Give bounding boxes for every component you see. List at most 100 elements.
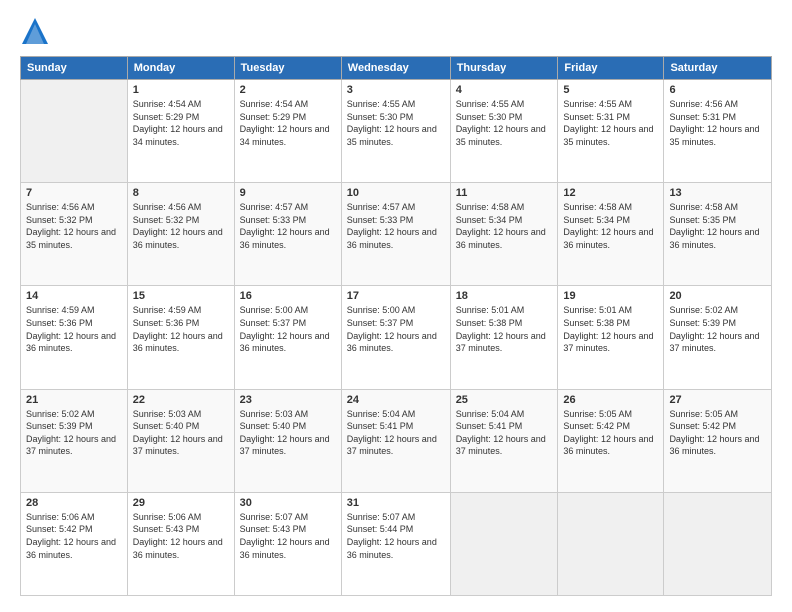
- day-info: Sunrise: 4:58 AMSunset: 5:34 PMDaylight:…: [563, 201, 658, 251]
- day-info: Sunrise: 4:56 AMSunset: 5:31 PMDaylight:…: [669, 98, 766, 148]
- day-info: Sunrise: 5:07 AMSunset: 5:44 PMDaylight:…: [347, 511, 445, 561]
- weekday-saturday: Saturday: [664, 57, 772, 80]
- week-row-1: 1 Sunrise: 4:54 AMSunset: 5:29 PMDaylight…: [21, 80, 772, 183]
- weekday-header: SundayMondayTuesdayWednesdayThursdayFrid…: [21, 57, 772, 80]
- day-cell: 10 Sunrise: 4:57 AMSunset: 5:33 PMDayligh…: [341, 183, 450, 286]
- day-number: 19: [563, 290, 658, 302]
- weekday-wednesday: Wednesday: [341, 57, 450, 80]
- day-info: Sunrise: 5:03 AMSunset: 5:40 PMDaylight:…: [240, 408, 336, 458]
- day-info: Sunrise: 5:02 AMSunset: 5:39 PMDaylight:…: [26, 408, 122, 458]
- day-number: 28: [26, 497, 122, 509]
- day-cell: 28 Sunrise: 5:06 AMSunset: 5:42 PMDayligh…: [21, 492, 128, 595]
- day-info: Sunrise: 4:59 AMSunset: 5:36 PMDaylight:…: [133, 304, 229, 354]
- day-cell: [664, 492, 772, 595]
- day-number: 26: [563, 394, 658, 406]
- weekday-thursday: Thursday: [450, 57, 558, 80]
- day-number: 25: [456, 394, 553, 406]
- day-info: Sunrise: 5:05 AMSunset: 5:42 PMDaylight:…: [563, 408, 658, 458]
- day-number: 1: [133, 84, 229, 96]
- day-number: 13: [669, 187, 766, 199]
- day-info: Sunrise: 5:00 AMSunset: 5:37 PMDaylight:…: [240, 304, 336, 354]
- day-number: 7: [26, 187, 122, 199]
- day-number: 8: [133, 187, 229, 199]
- day-info: Sunrise: 4:55 AMSunset: 5:30 PMDaylight:…: [347, 98, 445, 148]
- weekday-tuesday: Tuesday: [234, 57, 341, 80]
- day-number: 6: [669, 84, 766, 96]
- day-cell: 13 Sunrise: 4:58 AMSunset: 5:35 PMDayligh…: [664, 183, 772, 286]
- day-number: 31: [347, 497, 445, 509]
- day-info: Sunrise: 5:02 AMSunset: 5:39 PMDaylight:…: [669, 304, 766, 354]
- day-info: Sunrise: 5:00 AMSunset: 5:37 PMDaylight:…: [347, 304, 445, 354]
- day-number: 21: [26, 394, 122, 406]
- day-info: Sunrise: 4:58 AMSunset: 5:35 PMDaylight:…: [669, 201, 766, 251]
- day-cell: 26 Sunrise: 5:05 AMSunset: 5:42 PMDayligh…: [558, 389, 664, 492]
- day-cell: 12 Sunrise: 4:58 AMSunset: 5:34 PMDayligh…: [558, 183, 664, 286]
- week-row-5: 28 Sunrise: 5:06 AMSunset: 5:42 PMDayligh…: [21, 492, 772, 595]
- day-cell: 31 Sunrise: 5:07 AMSunset: 5:44 PMDayligh…: [341, 492, 450, 595]
- day-info: Sunrise: 4:56 AMSunset: 5:32 PMDaylight:…: [133, 201, 229, 251]
- day-info: Sunrise: 4:55 AMSunset: 5:31 PMDaylight:…: [563, 98, 658, 148]
- weekday-friday: Friday: [558, 57, 664, 80]
- logo: [20, 16, 54, 46]
- weekday-monday: Monday: [127, 57, 234, 80]
- day-cell: 7Sunrise: 4:56 AMSunset: 5:32 PMDaylight…: [21, 183, 128, 286]
- day-info: Sunrise: 5:05 AMSunset: 5:42 PMDaylight:…: [669, 408, 766, 458]
- day-cell: [21, 80, 128, 183]
- day-cell: [450, 492, 558, 595]
- day-info: Sunrise: 4:57 AMSunset: 5:33 PMDaylight:…: [240, 201, 336, 251]
- day-number: 4: [456, 84, 553, 96]
- weekday-sunday: Sunday: [21, 57, 128, 80]
- day-number: 22: [133, 394, 229, 406]
- day-cell: 24Sunrise: 5:04 AMSunset: 5:41 PMDayligh…: [341, 389, 450, 492]
- logo-icon: [20, 16, 50, 46]
- day-info: Sunrise: 5:01 AMSunset: 5:38 PMDaylight:…: [563, 304, 658, 354]
- day-info: Sunrise: 5:04 AMSunset: 5:41 PMDaylight:…: [456, 408, 553, 458]
- day-info: Sunrise: 4:57 AMSunset: 5:33 PMDaylight:…: [347, 201, 445, 251]
- day-cell: 4 Sunrise: 4:55 AMSunset: 5:30 PMDaylight…: [450, 80, 558, 183]
- day-cell: 6 Sunrise: 4:56 AMSunset: 5:31 PMDaylight…: [664, 80, 772, 183]
- day-number: 11: [456, 187, 553, 199]
- page: SundayMondayTuesdayWednesdayThursdayFrid…: [0, 0, 792, 612]
- day-number: 24: [347, 394, 445, 406]
- calendar-body: 1 Sunrise: 4:54 AMSunset: 5:29 PMDaylight…: [21, 80, 772, 596]
- day-cell: 22 Sunrise: 5:03 AMSunset: 5:40 PMDayligh…: [127, 389, 234, 492]
- day-number: 2: [240, 84, 336, 96]
- day-info: Sunrise: 5:07 AMSunset: 5:43 PMDaylight:…: [240, 511, 336, 561]
- day-number: 5: [563, 84, 658, 96]
- day-number: 30: [240, 497, 336, 509]
- week-row-4: 21 Sunrise: 5:02 AMSunset: 5:39 PMDayligh…: [21, 389, 772, 492]
- calendar: SundayMondayTuesdayWednesdayThursdayFrid…: [20, 56, 772, 596]
- day-info: Sunrise: 4:54 AMSunset: 5:29 PMDaylight:…: [240, 98, 336, 148]
- day-number: 17: [347, 290, 445, 302]
- day-cell: 23 Sunrise: 5:03 AMSunset: 5:40 PMDayligh…: [234, 389, 341, 492]
- day-cell: 19 Sunrise: 5:01 AMSunset: 5:38 PMDayligh…: [558, 286, 664, 389]
- day-cell: 18Sunrise: 5:01 AMSunset: 5:38 PMDayligh…: [450, 286, 558, 389]
- day-cell: 14 Sunrise: 4:59 AMSunset: 5:36 PMDayligh…: [21, 286, 128, 389]
- day-cell: 8 Sunrise: 4:56 AMSunset: 5:32 PMDaylight…: [127, 183, 234, 286]
- day-cell: 3Sunrise: 4:55 AMSunset: 5:30 PMDaylight…: [341, 80, 450, 183]
- day-cell: 30 Sunrise: 5:07 AMSunset: 5:43 PMDayligh…: [234, 492, 341, 595]
- day-number: 23: [240, 394, 336, 406]
- day-cell: 2 Sunrise: 4:54 AMSunset: 5:29 PMDaylight…: [234, 80, 341, 183]
- day-info: Sunrise: 4:58 AMSunset: 5:34 PMDaylight:…: [456, 201, 553, 251]
- day-info: Sunrise: 5:03 AMSunset: 5:40 PMDaylight:…: [133, 408, 229, 458]
- week-row-2: 7 Sunrise: 4:56 AMSunset: 5:32 PMDaylight…: [21, 183, 772, 286]
- day-cell: 5 Sunrise: 4:55 AMSunset: 5:31 PMDaylight…: [558, 80, 664, 183]
- day-number: 10: [347, 187, 445, 199]
- day-info: Sunrise: 4:55 AMSunset: 5:30 PMDaylight:…: [456, 98, 553, 148]
- day-info: Sunrise: 4:54 AMSunset: 5:29 PMDaylight:…: [133, 98, 229, 148]
- day-number: 20: [669, 290, 766, 302]
- day-number: 12: [563, 187, 658, 199]
- header: [20, 16, 772, 46]
- day-cell: 21 Sunrise: 5:02 AMSunset: 5:39 PMDayligh…: [21, 389, 128, 492]
- day-number: 14: [26, 290, 122, 302]
- day-info: Sunrise: 5:06 AMSunset: 5:42 PMDaylight:…: [26, 511, 122, 561]
- day-info: Sunrise: 4:59 AMSunset: 5:36 PMDaylight:…: [26, 304, 122, 354]
- day-number: 18: [456, 290, 553, 302]
- day-cell: [558, 492, 664, 595]
- day-number: 27: [669, 394, 766, 406]
- day-cell: 17 Sunrise: 5:00 AMSunset: 5:37 PMDayligh…: [341, 286, 450, 389]
- day-number: 16: [240, 290, 336, 302]
- day-number: 15: [133, 290, 229, 302]
- day-cell: 11 Sunrise: 4:58 AMSunset: 5:34 PMDayligh…: [450, 183, 558, 286]
